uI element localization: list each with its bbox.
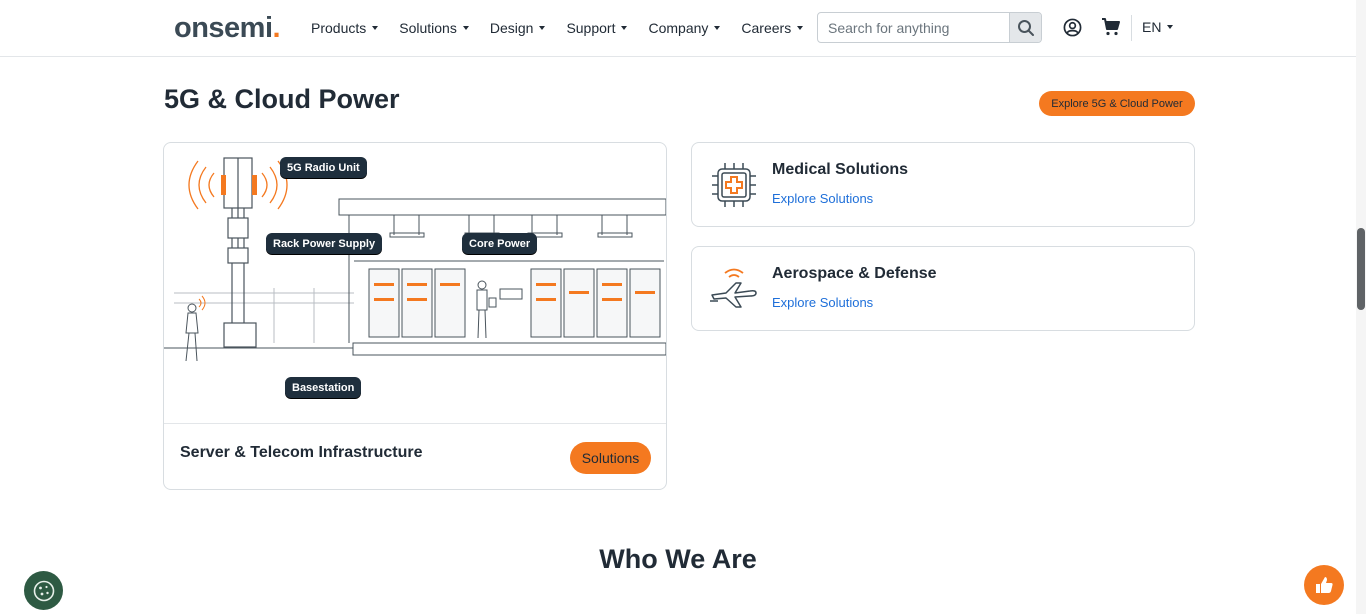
feedback-button[interactable]: [1304, 565, 1344, 605]
language-selector[interactable]: EN: [1142, 19, 1174, 35]
nav-products[interactable]: Products: [311, 20, 379, 36]
nav-solutions[interactable]: Solutions: [399, 20, 469, 36]
thumbs-up-icon: [1316, 577, 1333, 593]
header-divider: [1131, 15, 1132, 41]
solutions-button[interactable]: Solutions: [570, 442, 651, 474]
nav-design[interactable]: Design: [490, 20, 546, 36]
chevron-down-icon: [797, 26, 804, 30]
search-input[interactable]: [818, 13, 1009, 42]
airplane-icon: [710, 268, 757, 308]
medical-solutions-title: Medical Solutions: [772, 161, 909, 178]
chevron-down-icon: [621, 26, 628, 30]
medical-solutions-card[interactable]: Medical Solutions Explore Solutions: [691, 142, 1195, 227]
nav-company[interactable]: Company: [648, 20, 721, 36]
nav-careers[interactable]: Careers: [741, 20, 804, 36]
tag-rack-power-supply[interactable]: Rack Power Supply: [266, 233, 383, 254]
telecom-infrastructure-illustration: [164, 157, 666, 362]
medical-explore-link[interactable]: Explore Solutions: [772, 191, 873, 206]
site-header: onsemi. Products Solutions Design Suppor…: [0, 0, 1356, 57]
search-icon: [1017, 19, 1034, 36]
scrollbar-thumb[interactable]: [1357, 228, 1365, 310]
main-nav: Products Solutions Design Support Compan…: [311, 0, 824, 56]
aerospace-defense-card[interactable]: Aerospace & Defense Explore Solutions: [691, 246, 1195, 331]
section-title: 5G & Cloud Power: [164, 84, 400, 114]
tag-core-power[interactable]: Core Power: [462, 233, 538, 254]
cookie-settings-button[interactable]: [24, 571, 63, 610]
chevron-down-icon: [539, 26, 546, 30]
onsemi-logo[interactable]: onsemi.: [174, 12, 281, 45]
aerospace-explore-link[interactable]: Explore Solutions: [772, 295, 873, 310]
search-box: [817, 12, 1042, 43]
cart-icon[interactable]: [1101, 17, 1121, 37]
nav-support[interactable]: Support: [566, 20, 628, 36]
explore-5g-cloud-button[interactable]: Explore 5G & Cloud Power: [1039, 91, 1195, 116]
tag-basestation[interactable]: Basestation: [285, 377, 362, 398]
who-we-are-heading: Who We Are: [599, 544, 757, 574]
card-divider: [164, 423, 666, 424]
user-icon[interactable]: [1063, 18, 1082, 37]
card-title: Server & Telecom Infrastructure: [180, 444, 423, 461]
server-telecom-card[interactable]: 5G Radio Unit Rack Power Supply Core Pow…: [163, 142, 667, 490]
search-button[interactable]: [1009, 13, 1041, 42]
aerospace-defense-title: Aerospace & Defense: [772, 265, 937, 282]
chevron-down-icon: [372, 26, 379, 30]
medical-chip-icon: [712, 163, 756, 207]
cookie-icon: [33, 580, 54, 601]
chevron-down-icon: [1167, 25, 1174, 29]
chevron-down-icon: [462, 26, 469, 30]
chevron-down-icon: [714, 26, 721, 30]
tag-5g-radio-unit[interactable]: 5G Radio Unit: [280, 157, 367, 178]
